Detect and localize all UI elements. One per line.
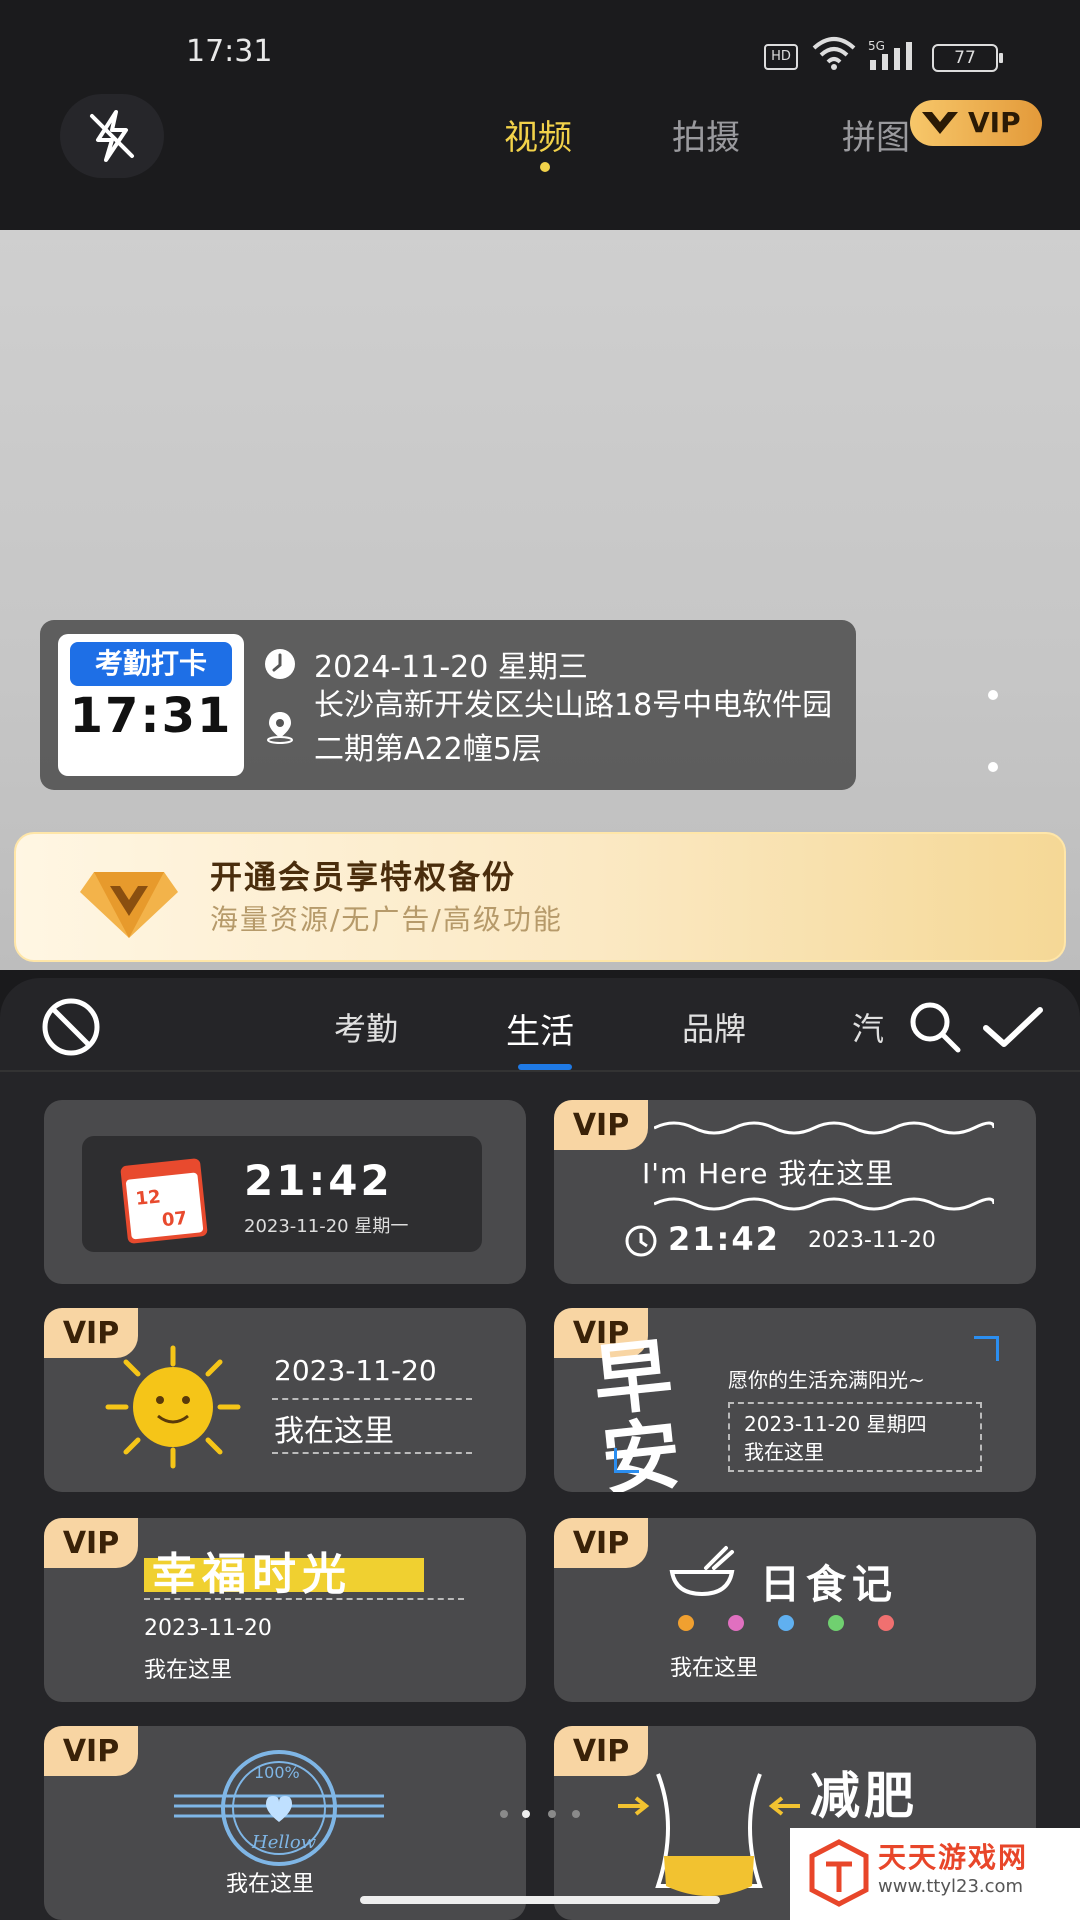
card-slogan: 愿你的生活充满阳光~	[728, 1368, 925, 1392]
vip-tag: VIP	[44, 1726, 138, 1776]
vip-nav-label: VIP	[968, 106, 1021, 139]
template-card-calendar[interactable]: 12 07 21:42 2023-11-20 星期一	[44, 1100, 526, 1284]
pager-dot	[572, 1810, 580, 1818]
home-indicator[interactable]	[360, 1896, 720, 1904]
card-title: 日食记	[760, 1562, 898, 1608]
card-date: 2023-11-20	[144, 1616, 272, 1641]
card-text: 我在这里	[744, 1440, 824, 1464]
hd-icon: HD	[764, 44, 798, 70]
wave-divider	[654, 1197, 994, 1211]
card-text: 我在这里	[670, 1656, 759, 1681]
calendar-icon: 12 07	[120, 1158, 208, 1244]
tab-video[interactable]: 视频	[504, 110, 572, 159]
wave-divider	[654, 1121, 994, 1135]
card-title: I'm Here 我在这里	[642, 1157, 895, 1190]
vip-promo-banner[interactable]	[14, 832, 1066, 962]
dashed-divider	[144, 1598, 464, 1600]
battery-indicator: 77	[932, 44, 1003, 72]
dashed-divider	[272, 1452, 472, 1454]
vip-banner-title: 开通会员享特权备份	[210, 858, 517, 896]
search-icon[interactable]	[906, 998, 964, 1056]
attendance-time: 17:31	[69, 688, 233, 744]
clock-icon	[265, 649, 295, 679]
dashed-divider	[272, 1398, 472, 1400]
template-card-happy-time[interactable]: VIP 幸福时光 2023-11-20 我在这里	[44, 1518, 526, 1702]
flash-off-button[interactable]	[60, 94, 164, 178]
card-text: 我在这里	[144, 1658, 233, 1683]
tab-shoot[interactable]: 拍摄	[672, 110, 740, 159]
good-morning-big-text: 早安	[589, 1330, 685, 1492]
side-indicator-dot	[988, 690, 998, 700]
tab-collage[interactable]: 拼图	[842, 110, 910, 159]
vip-tag: VIP	[44, 1518, 138, 1568]
vip-tag: VIP	[554, 1518, 648, 1568]
waist-icon	[618, 1773, 800, 1896]
pager-dot	[500, 1810, 508, 1818]
card-time: 21:42	[668, 1220, 780, 1258]
tab-brand[interactable]: 品牌	[682, 1004, 746, 1050]
site-watermark-name: 天天游戏网	[878, 1841, 1029, 1874]
stamp-icon: 100% Hellow	[174, 1750, 384, 1866]
vip-banner-subtitle: 海量资源/无广告/高级功能	[210, 903, 563, 936]
corner-bracket	[614, 1448, 639, 1473]
card-date: 2023-11-20 星期四	[744, 1412, 927, 1436]
flower-row-icon	[678, 1615, 894, 1631]
attendance-address: 长沙高新开发区尖山路18号中电软件园二期第A22幢5层	[314, 688, 833, 767]
side-indicator-dot	[988, 762, 998, 772]
sun-icon	[105, 1345, 241, 1469]
template-card-stamp[interactable]: VIP 100% Hellow 我在这里	[44, 1726, 526, 1920]
active-tab-dot	[540, 162, 550, 172]
pager-dot	[548, 1810, 556, 1818]
template-card-sunshine[interactable]: VIP 2023-11-20 我在这里	[44, 1308, 526, 1492]
pager-dot-active	[522, 1810, 530, 1818]
calendar-day: 07	[161, 1208, 188, 1232]
card-date: 2023-11-20	[808, 1228, 936, 1253]
attendance-date: 2024-11-20 星期三	[314, 650, 588, 685]
card-title: 减肥	[810, 1767, 918, 1825]
card-date: 2023-11-20	[274, 1354, 437, 1387]
vip-nav-button[interactable]: VIP	[910, 100, 1042, 146]
no-watermark-icon[interactable]	[42, 998, 100, 1056]
site-watermark-url: www.ttyl23.com	[878, 1876, 1024, 1897]
corner-bracket	[974, 1336, 999, 1361]
attendance-label: 考勤打卡	[70, 642, 232, 686]
vip-tag: VIP	[554, 1100, 648, 1150]
status-time: 17:31	[186, 34, 273, 69]
wifi-icon	[812, 37, 856, 70]
template-card-food-diary[interactable]: VIP 日食记 我在这里	[554, 1518, 1036, 1702]
signal-icon: 5G	[868, 39, 912, 70]
vip-crown-icon	[922, 112, 958, 134]
active-tab-underline	[518, 1064, 572, 1070]
location-icon	[267, 712, 293, 744]
card-time: 21:42	[244, 1156, 393, 1205]
template-card-im-here[interactable]: VIP I'm Here 我在这里 21:42 2023-11-20	[554, 1100, 1036, 1284]
confirm-check-icon[interactable]	[980, 1000, 1046, 1054]
card-text: 我在这里	[274, 1414, 394, 1449]
card-date: 2023-11-20 星期一	[244, 1216, 409, 1237]
card-title: 幸福时光	[152, 1549, 352, 1600]
calendar-month: 12	[135, 1186, 162, 1210]
clock-icon	[625, 1225, 657, 1257]
flash-off-icon	[90, 110, 134, 162]
stamp-percent: 100%	[254, 1763, 300, 1782]
tab-attendance[interactable]: 考勤	[334, 1004, 398, 1050]
network-label: 5G	[868, 39, 885, 53]
template-card-good-morning[interactable]: VIP 早安 愿你的生活充满阳光~ 2023-11-20 星期四 我在这里	[554, 1308, 1036, 1492]
tab-car[interactable]: 汽	[852, 1004, 884, 1050]
card-text: 我在这里	[226, 1872, 315, 1897]
stamp-word: Hellow	[251, 1832, 317, 1853]
site-logo-icon	[809, 1839, 869, 1907]
bowl-icon	[669, 1546, 735, 1597]
diamond-icon	[80, 872, 178, 938]
tab-life[interactable]: 生活	[506, 1004, 574, 1053]
